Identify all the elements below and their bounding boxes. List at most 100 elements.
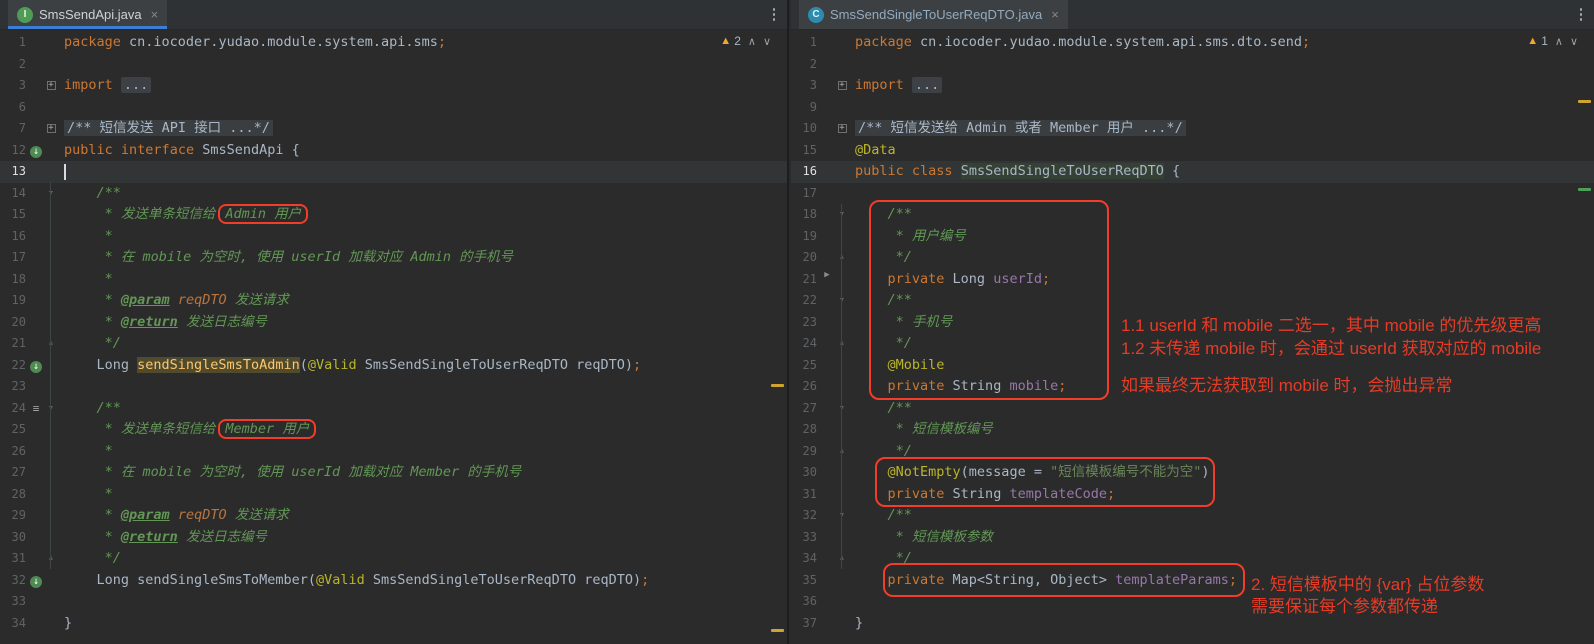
fold-icon[interactable] [44, 355, 58, 377]
fold-icon[interactable] [835, 183, 849, 205]
line-number[interactable]: 21 [791, 269, 819, 291]
fold-icon[interactable] [835, 226, 849, 248]
fold-icon[interactable] [835, 161, 849, 183]
code-line-24[interactable]: 24≡▿ /** [0, 398, 787, 420]
fold-icon[interactable] [835, 312, 849, 334]
expand-fold-icon[interactable]: + [838, 81, 847, 90]
code-line-23[interactable]: 23 [0, 376, 787, 398]
fold-icon[interactable]: ▿ [835, 204, 849, 226]
line-number[interactable]: 31 [791, 484, 819, 506]
scrollbar-warning-mark[interactable] [771, 629, 784, 632]
scrollbar-warning-mark[interactable] [1578, 100, 1591, 103]
fold-icon[interactable] [44, 570, 58, 592]
code-line-1[interactable]: 1package cn.iocoder.yudao.module.system.… [791, 32, 1594, 54]
code-line-9[interactable]: 9 [791, 97, 1594, 119]
fold-icon[interactable] [835, 613, 849, 635]
fold-icon[interactable] [44, 32, 58, 54]
line-number[interactable]: 31 [0, 548, 28, 570]
line-number[interactable]: 33 [791, 527, 819, 549]
line-number[interactable]: 12 [0, 140, 28, 162]
code-line-12[interactable]: 12↓public interface SmsSendApi { [0, 140, 787, 162]
code-line-16[interactable]: 16public class SmsSendSingleToUserReqDTO… [791, 161, 1594, 183]
fold-icon[interactable] [835, 591, 849, 613]
code-line-13[interactable]: 13 [0, 161, 787, 183]
line-number[interactable]: 35 [791, 570, 819, 592]
inspections-widget[interactable]: ▲ 2 ∧ ∨ [720, 34, 771, 48]
line-number[interactable]: 10 [791, 118, 819, 140]
inspections-widget[interactable]: ▲ 1 ∧ ∨ [1527, 34, 1578, 48]
code-line-34[interactable]: 34} [0, 613, 787, 635]
line-number[interactable]: 22 [791, 290, 819, 312]
fold-icon[interactable] [44, 140, 58, 162]
line-number[interactable]: 26 [0, 441, 28, 463]
fold-icon[interactable] [44, 97, 58, 119]
fold-icon[interactable] [835, 140, 849, 162]
line-number[interactable]: 3 [791, 75, 819, 97]
fold-icon[interactable] [44, 161, 58, 183]
implemented-marker-icon[interactable]: ↓ [30, 146, 42, 158]
expand-fold-icon[interactable]: + [47, 124, 56, 133]
fold-icon[interactable]: ▵ [44, 548, 58, 570]
fold-icon[interactable]: ▵ [835, 441, 849, 463]
line-number[interactable]: 22 [0, 355, 28, 377]
fold-icon[interactable] [835, 355, 849, 377]
fold-icon[interactable] [44, 441, 58, 463]
line-number[interactable]: 1 [0, 32, 28, 54]
code-line-6[interactable]: 6 [0, 97, 787, 119]
code-line-21[interactable]: 21▵ */ [0, 333, 787, 355]
line-number[interactable]: 27 [791, 398, 819, 420]
code-line-2[interactable]: 2 [791, 54, 1594, 76]
line-number[interactable]: 37 [791, 613, 819, 635]
line-number[interactable]: 3 [0, 75, 28, 97]
line-number[interactable]: 30 [791, 462, 819, 484]
code-line-29[interactable]: 29 * @param reqDTO 发送请求 [0, 505, 787, 527]
fold-icon[interactable] [835, 376, 849, 398]
prev-issue-icon[interactable]: ∧ [1555, 35, 1563, 48]
line-number[interactable]: 26 [791, 376, 819, 398]
fold-icon[interactable] [835, 419, 849, 441]
fold-icon[interactable] [835, 527, 849, 549]
code-line-3[interactable]: 3+import ... [0, 75, 787, 97]
scrollbar-warning-mark[interactable] [771, 384, 784, 387]
fold-icon[interactable]: ▵ [835, 333, 849, 355]
line-number[interactable]: 23 [791, 312, 819, 334]
fold-icon[interactable] [44, 226, 58, 248]
fold-icon[interactable]: ▿ [835, 398, 849, 420]
next-issue-icon[interactable]: ∨ [1570, 35, 1578, 48]
code-line-28[interactable]: 28 * 短信模板编号 [791, 419, 1594, 441]
code-line-10[interactable]: 10+/** 短信发送给 Admin 或者 Member 用户 ...*/ [791, 118, 1594, 140]
fold-icon[interactable] [44, 290, 58, 312]
line-number[interactable]: 1 [791, 32, 819, 54]
code-line-32[interactable]: 32↓ Long sendSingleSmsToMember(@Valid Sm… [0, 570, 787, 592]
code-line-7[interactable]: 7+/** 短信发送 API 接口 ...*/ [0, 118, 787, 140]
line-number[interactable]: 28 [791, 419, 819, 441]
implemented-marker-icon[interactable]: ↓ [30, 576, 42, 588]
right-editor-body[interactable]: 1package cn.iocoder.yudao.module.system.… [791, 30, 1594, 644]
line-number[interactable]: 7 [0, 118, 28, 140]
fold-icon[interactable] [44, 376, 58, 398]
code-line-3[interactable]: 3+import ... [791, 75, 1594, 97]
line-number[interactable]: 27 [0, 462, 28, 484]
fold-icon[interactable] [835, 570, 849, 592]
line-number[interactable]: 2 [0, 54, 28, 76]
code-line-27[interactable]: 27 * 在 mobile 为空时, 使用 userId 加载对应 Member… [0, 462, 787, 484]
implemented-marker-icon[interactable]: ↓ [30, 361, 42, 373]
fold-icon[interactable]: + [44, 75, 58, 97]
fold-icon[interactable] [835, 462, 849, 484]
line-number[interactable]: 16 [791, 161, 819, 183]
fold-icon[interactable] [44, 269, 58, 291]
scrollbar-vcs-added-mark[interactable] [1578, 188, 1591, 191]
fold-icon[interactable] [44, 484, 58, 506]
code-line-20[interactable]: 20 * @return 发送日志编号 [0, 312, 787, 334]
prev-issue-icon[interactable]: ∧ [748, 35, 756, 48]
expand-fold-icon[interactable]: + [838, 124, 847, 133]
code-line-28[interactable]: 28 * [0, 484, 787, 506]
fold-icon[interactable] [835, 97, 849, 119]
code-line-32[interactable]: 32▿ /** [791, 505, 1594, 527]
fold-icon[interactable]: + [44, 118, 58, 140]
line-number[interactable]: 29 [0, 505, 28, 527]
line-number[interactable]: 19 [791, 226, 819, 248]
line-number[interactable]: 33 [0, 591, 28, 613]
line-number[interactable]: 18 [791, 204, 819, 226]
fold-icon[interactable] [44, 247, 58, 269]
